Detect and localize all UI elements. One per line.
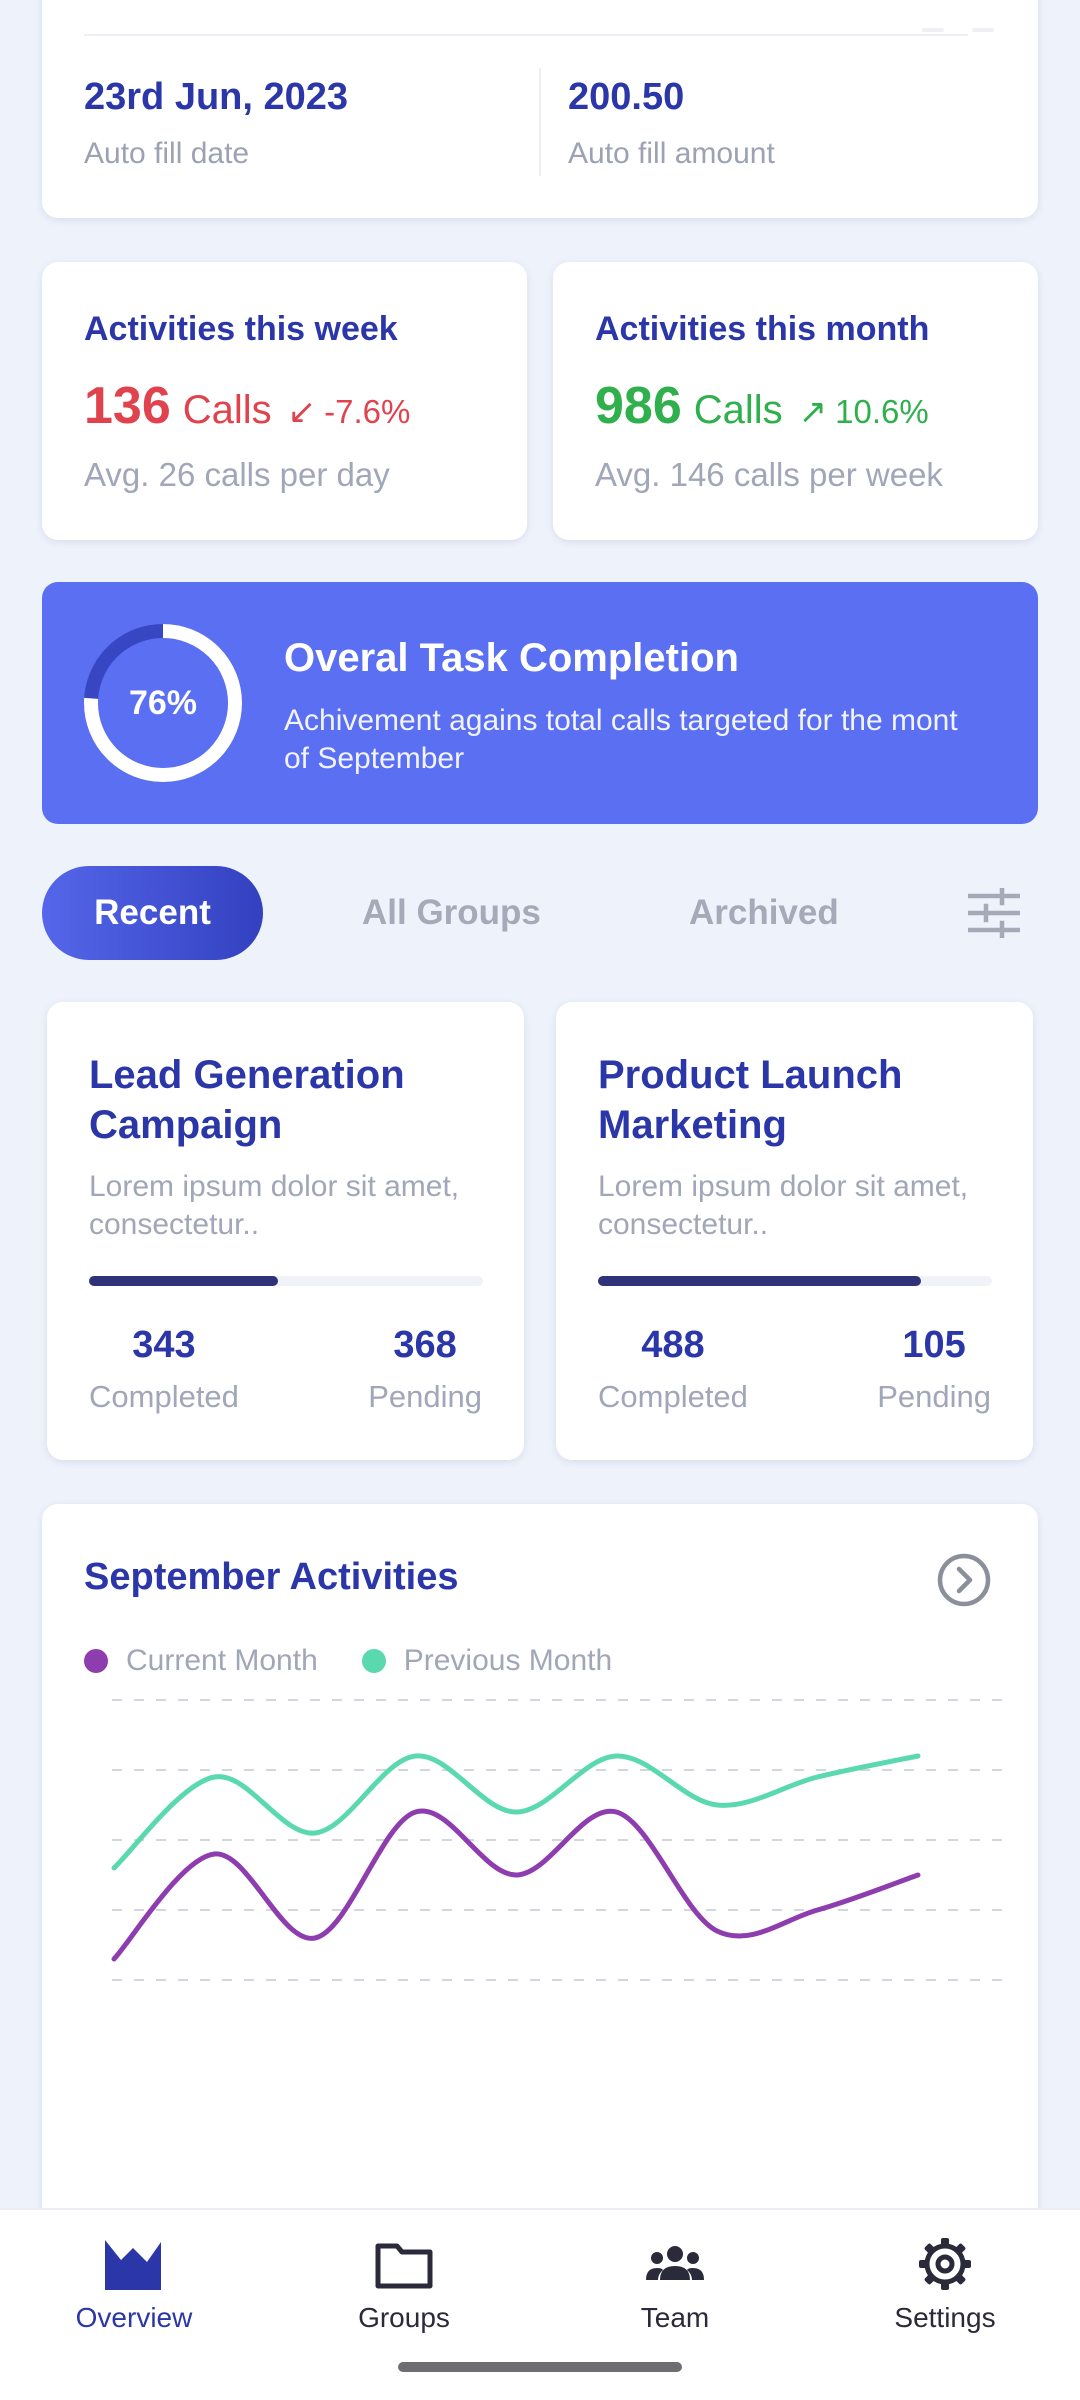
auto-fill-card: 23rd Jun, 2023 Auto fill date 200.50 Aut… <box>42 0 1038 218</box>
group-description: Lorem ipsum dolor sit amet, consectetur.… <box>89 1170 460 1241</box>
pending-label: Pending <box>877 1379 991 1414</box>
completed-stat: 343 Completed <box>89 1324 239 1415</box>
tab-recent[interactable]: Recent <box>42 866 263 960</box>
week-calls-unit: Calls <box>182 388 272 432</box>
legend-dot <box>361 1649 386 1673</box>
task-completion-banner[interactable]: 76% Overal Task Completion Achivement ag… <box>42 582 1038 824</box>
week-change: -7.6% <box>324 393 411 430</box>
september-activities-card: September Activities Current Month Previ… <box>42 1504 1038 2224</box>
auto-fill-date[interactable]: 23rd Jun, 2023 Auto fill date <box>84 76 348 171</box>
chart-legend: Current Month Previous Month <box>84 1644 656 1678</box>
nav-item-team[interactable]: Team <box>575 2236 775 2334</box>
field-divider <box>539 68 541 176</box>
group-progress-fill <box>89 1276 279 1286</box>
nav-item-overview[interactable]: Overview <box>34 2236 234 2334</box>
area-chart-icon <box>105 2240 161 2290</box>
nav-item-groups[interactable]: Groups <box>304 2236 504 2334</box>
date-value: 23rd Jun, 2023 <box>84 76 349 118</box>
month-average: Avg. 146 calls per week <box>595 456 943 493</box>
month-calls-row: 986 Calls ↗ 10.6% <box>595 376 929 436</box>
completed-label: Completed <box>598 1379 748 1414</box>
previous-month-line <box>111 1753 921 1871</box>
pending-count: 368 <box>393 1324 457 1366</box>
group-title: Lead Generation Campaign <box>89 1053 405 1147</box>
legend-dot <box>84 1649 108 1673</box>
month-calls-unit: Calls <box>693 388 783 432</box>
activities-month-card[interactable]: Activities this month 986 Calls ↗ 10.6% … <box>553 262 1038 540</box>
folder-icon <box>375 2243 433 2289</box>
completed-count: 488 <box>641 1324 705 1366</box>
group-progress-bar <box>89 1276 483 1286</box>
completed-count: 343 <box>132 1324 196 1366</box>
completion-description: Achivement agains total calls targeted f… <box>284 704 958 775</box>
pending-stat: 105 Pending <box>877 1324 991 1415</box>
group-description: Lorem ipsum dolor sit amet, consectetur.… <box>598 1170 969 1241</box>
activities-week-title: Activities this week <box>84 310 398 348</box>
completion-percent: 76% <box>128 683 198 722</box>
group-card-product-launch[interactable]: Product Launch Marketing Lorem ipsum dol… <box>556 1002 1033 1460</box>
nav-item-settings[interactable]: Settings <box>845 2236 1045 2334</box>
legend-current-month[interactable]: Current Month <box>84 1644 318 1678</box>
completed-label: Completed <box>89 1379 239 1414</box>
group-progress-fill <box>598 1276 922 1286</box>
divider-line <box>972 28 994 32</box>
divider-line <box>922 28 944 32</box>
tab-archived[interactable]: Archived <box>689 866 839 960</box>
current-month-line <box>111 1808 921 1962</box>
week-calls-row: 136 Calls ↙ -7.6% <box>84 376 410 436</box>
completion-title: Overal Task Completion <box>284 636 739 680</box>
trend-up-icon: ↗ <box>798 393 828 431</box>
gear-icon <box>919 2238 971 2290</box>
group-card-lead-generation[interactable]: Lead Generation Campaign Lorem ipsum dol… <box>47 1002 524 1460</box>
week-calls-count: 136 <box>84 377 171 435</box>
nav-label: Groups <box>358 2302 450 2333</box>
legend-label: Previous Month <box>403 1644 613 1677</box>
week-average: Avg. 26 calls per day <box>84 456 390 493</box>
activities-month-title: Activities this month <box>595 310 930 348</box>
nav-label: Settings <box>894 2302 996 2333</box>
activities-line-chart <box>111 1699 1004 1981</box>
pending-label: Pending <box>368 1379 482 1414</box>
month-calls-count: 986 <box>595 377 682 435</box>
pending-count: 105 <box>902 1324 966 1366</box>
trend-down-icon: ↙ <box>287 393 317 431</box>
nav-label: Overview <box>75 2302 193 2333</box>
home-indicator <box>398 2362 682 2372</box>
chart-title: September Activities <box>84 1556 459 1598</box>
group-title: Product Launch Marketing <box>598 1053 903 1147</box>
legend-previous-month[interactable]: Previous Month <box>361 1644 613 1678</box>
pending-stat: 368 Pending <box>368 1324 482 1415</box>
amount-label: Auto fill amount <box>568 137 775 170</box>
chevron-right-circle-icon[interactable] <box>936 1552 992 1608</box>
auto-fill-amount[interactable]: 200.50 Auto fill amount <box>568 76 775 171</box>
sliders-icon[interactable] <box>968 888 1020 938</box>
group-progress-bar <box>598 1276 992 1286</box>
nav-label: Team <box>640 2302 710 2333</box>
legend-label: Current Month <box>126 1644 318 1677</box>
activities-week-card[interactable]: Activities this week 136 Calls ↙ -7.6% A… <box>42 262 527 540</box>
team-icon <box>646 2246 704 2280</box>
month-change: 10.6% <box>835 393 929 430</box>
completed-stat: 488 Completed <box>598 1324 748 1415</box>
divider-line <box>84 34 968 36</box>
tab-all-groups[interactable]: All Groups <box>362 866 541 960</box>
amount-value: 200.50 <box>568 76 685 118</box>
date-label: Auto fill date <box>84 137 250 170</box>
